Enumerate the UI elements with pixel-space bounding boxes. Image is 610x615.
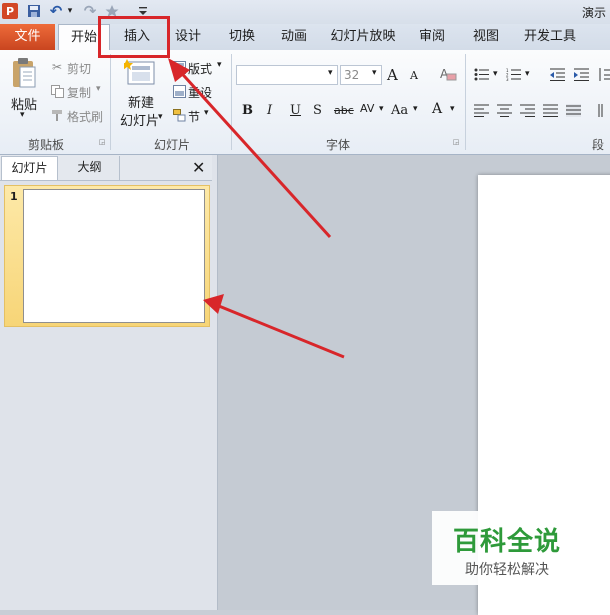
arrow-to-insert-tab [168, 58, 332, 239]
watermark-title: 百科全说 [452, 527, 561, 557]
watermark-subtitle: 助你轻松解决 [465, 562, 549, 578]
watermark-logo: 百科全说 助你轻松解决 [432, 511, 582, 585]
arrow-to-slide-thumbnail [203, 294, 345, 359]
